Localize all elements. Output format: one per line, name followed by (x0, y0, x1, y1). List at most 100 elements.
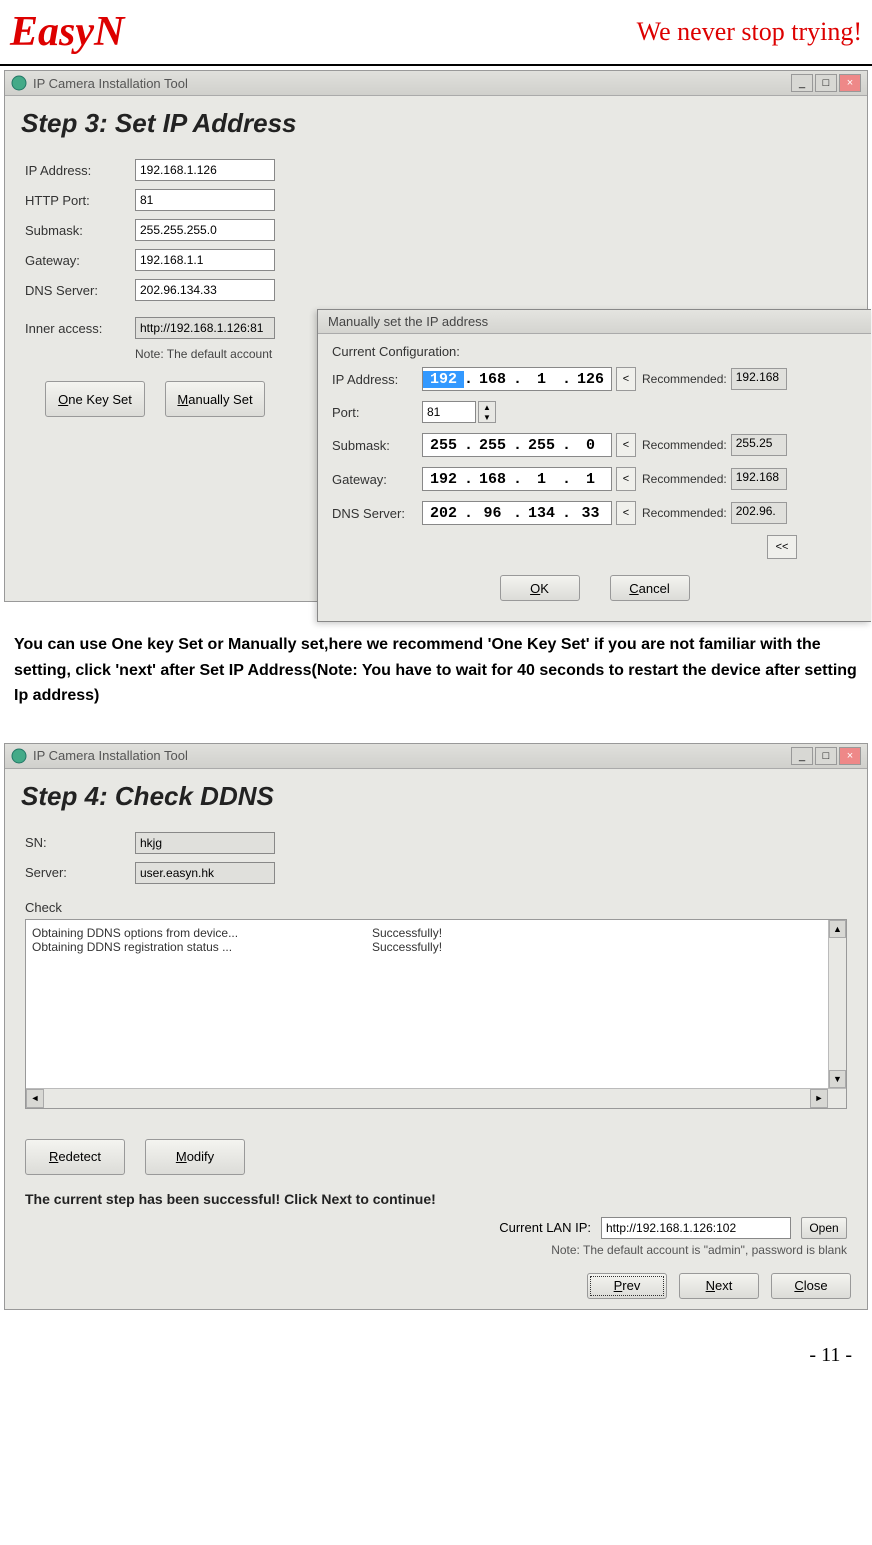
log-line: Obtaining DDNS options from device... Su… (32, 926, 840, 940)
dlg-dns-field[interactable]: 202. 96. 134. 33 (422, 501, 612, 525)
dns-octet-2[interactable]: 96 (472, 505, 513, 522)
window-step4: IP Camera Installation Tool _ □ × Step 4… (4, 743, 868, 1310)
current-config-label: Current Configuration: (332, 344, 857, 359)
rec-gw: 192.168 (731, 468, 787, 490)
dlg-ip-label: IP Address: (332, 372, 422, 387)
window-step3: IP Camera Installation Tool _ □ × Step 3… (4, 70, 868, 602)
next-button[interactable]: Next (679, 1273, 759, 1299)
dlg-ip-field[interactable]: 192. 168. 1. 126 (422, 367, 612, 391)
sm-octet-2[interactable]: 255 (472, 437, 513, 454)
success-message: The current step has been successful! Cl… (5, 1185, 867, 1213)
logo: EasyN (10, 8, 124, 56)
log-msg: Obtaining DDNS options from device... (32, 926, 372, 940)
spinner-down-icon[interactable]: ▼ (479, 412, 495, 422)
gw-octet-1[interactable]: 192 (423, 471, 464, 488)
dlg-submask-label: Submask: (332, 438, 422, 453)
ip-label: IP Address: (25, 163, 135, 178)
close-button[interactable]: × (839, 747, 861, 765)
sm-octet-4[interactable]: 0 (570, 437, 611, 454)
inner-input[interactable] (135, 317, 275, 339)
port-spinner[interactable]: ▲▼ (478, 401, 496, 423)
dlg-gateway-field[interactable]: 192. 168. 1. 1 (422, 467, 612, 491)
dns-input[interactable] (135, 279, 275, 301)
rec-label: Recommended: (642, 372, 727, 386)
dlg-submask-field[interactable]: 255. 255. 255. 0 (422, 433, 612, 457)
sm-octet-1[interactable]: 255 (423, 437, 464, 454)
sm-apply-rec-button[interactable]: < (616, 433, 636, 457)
close-button[interactable]: Close (771, 1273, 851, 1299)
dns-octet-4[interactable]: 33 (570, 505, 611, 522)
ip-apply-rec-button[interactable]: < (616, 367, 636, 391)
lan-label: Current LAN IP: (499, 1220, 591, 1235)
scroll-down-icon[interactable]: ▼ (829, 1070, 846, 1088)
sn-label: SN: (25, 835, 135, 850)
dns-apply-rec-button[interactable]: < (616, 501, 636, 525)
page-number: - 11 - (0, 1330, 872, 1397)
collapse-button[interactable]: << (767, 535, 797, 559)
minimize-button[interactable]: _ (791, 747, 813, 765)
window-title: IP Camera Installation Tool (33, 76, 789, 91)
rec-label: Recommended: (642, 472, 727, 486)
app-icon (11, 75, 27, 91)
instruction-text: You can use One key Set or Manually set,… (0, 622, 872, 739)
scroll-up-icon[interactable]: ▲ (829, 920, 846, 938)
dlg-dns-label: DNS Server: (332, 506, 422, 521)
dlg-gateway-label: Gateway: (332, 472, 422, 487)
spinner-up-icon[interactable]: ▲ (479, 402, 495, 412)
submask-input[interactable] (135, 219, 275, 241)
gw-octet-3[interactable]: 1 (521, 471, 562, 488)
gw-octet-2[interactable]: 168 (472, 471, 513, 488)
one-key-set-button[interactable]: One Key Set (45, 381, 145, 417)
log-box: Obtaining DDNS options from device... Su… (25, 919, 847, 1109)
manual-ip-dialog: Manually set the IP address Current Conf… (317, 309, 871, 622)
open-button[interactable]: Open (801, 1217, 847, 1239)
redetect-button[interactable]: Redetect (25, 1139, 125, 1175)
horizontal-scrollbar[interactable]: ◄ ► (26, 1088, 846, 1108)
slogan: We never stop trying! (637, 17, 862, 47)
check-label: Check (25, 900, 847, 915)
step-title: Step 3: Set IP Address (5, 96, 867, 151)
close-button[interactable]: × (839, 74, 861, 92)
ip-octet-1[interactable]: 192 (423, 371, 464, 388)
ip-octet-4[interactable]: 126 (570, 371, 611, 388)
prev-button[interactable]: Prev (587, 1273, 667, 1299)
rec-label: Recommended: (642, 438, 727, 452)
port-label: HTTP Port: (25, 193, 135, 208)
gateway-label: Gateway: (25, 253, 135, 268)
app-icon (11, 748, 27, 764)
minimize-button[interactable]: _ (791, 74, 813, 92)
manually-set-button[interactable]: Manually Set (165, 381, 265, 417)
server-label: Server: (25, 865, 135, 880)
lan-input[interactable] (601, 1217, 791, 1239)
rec-sm: 255.25 (731, 434, 787, 456)
gateway-input[interactable] (135, 249, 275, 271)
dlg-port-label: Port: (332, 405, 422, 420)
ip-octet-2[interactable]: 168 (472, 371, 513, 388)
maximize-button[interactable]: □ (815, 747, 837, 765)
sn-input[interactable] (135, 832, 275, 854)
window-title: IP Camera Installation Tool (33, 748, 789, 763)
inner-label: Inner access: (25, 321, 135, 336)
ip-input[interactable] (135, 159, 275, 181)
scroll-right-icon[interactable]: ► (810, 1089, 828, 1108)
cancel-button[interactable]: Cancel (610, 575, 690, 601)
ip-octet-3[interactable]: 1 (521, 371, 562, 388)
titlebar: IP Camera Installation Tool _ □ × (5, 71, 867, 96)
vertical-scrollbar[interactable]: ▲ ▼ (828, 920, 846, 1088)
modify-button[interactable]: Modify (145, 1139, 245, 1175)
scroll-left-icon[interactable]: ◄ (26, 1089, 44, 1108)
dns-label: DNS Server: (25, 283, 135, 298)
ok-button[interactable]: OK (500, 575, 580, 601)
gw-octet-4[interactable]: 1 (570, 471, 611, 488)
maximize-button[interactable]: □ (815, 74, 837, 92)
step-title: Step 4: Check DDNS (5, 769, 867, 824)
log-status: Successfully! (372, 926, 442, 940)
port-input[interactable] (135, 189, 275, 211)
gw-apply-rec-button[interactable]: < (616, 467, 636, 491)
server-input[interactable] (135, 862, 275, 884)
dns-octet-1[interactable]: 202 (423, 505, 464, 522)
rec-dns: 202.96. (731, 502, 787, 524)
dns-octet-3[interactable]: 134 (521, 505, 562, 522)
sm-octet-3[interactable]: 255 (521, 437, 562, 454)
dlg-port-input[interactable] (422, 401, 476, 423)
